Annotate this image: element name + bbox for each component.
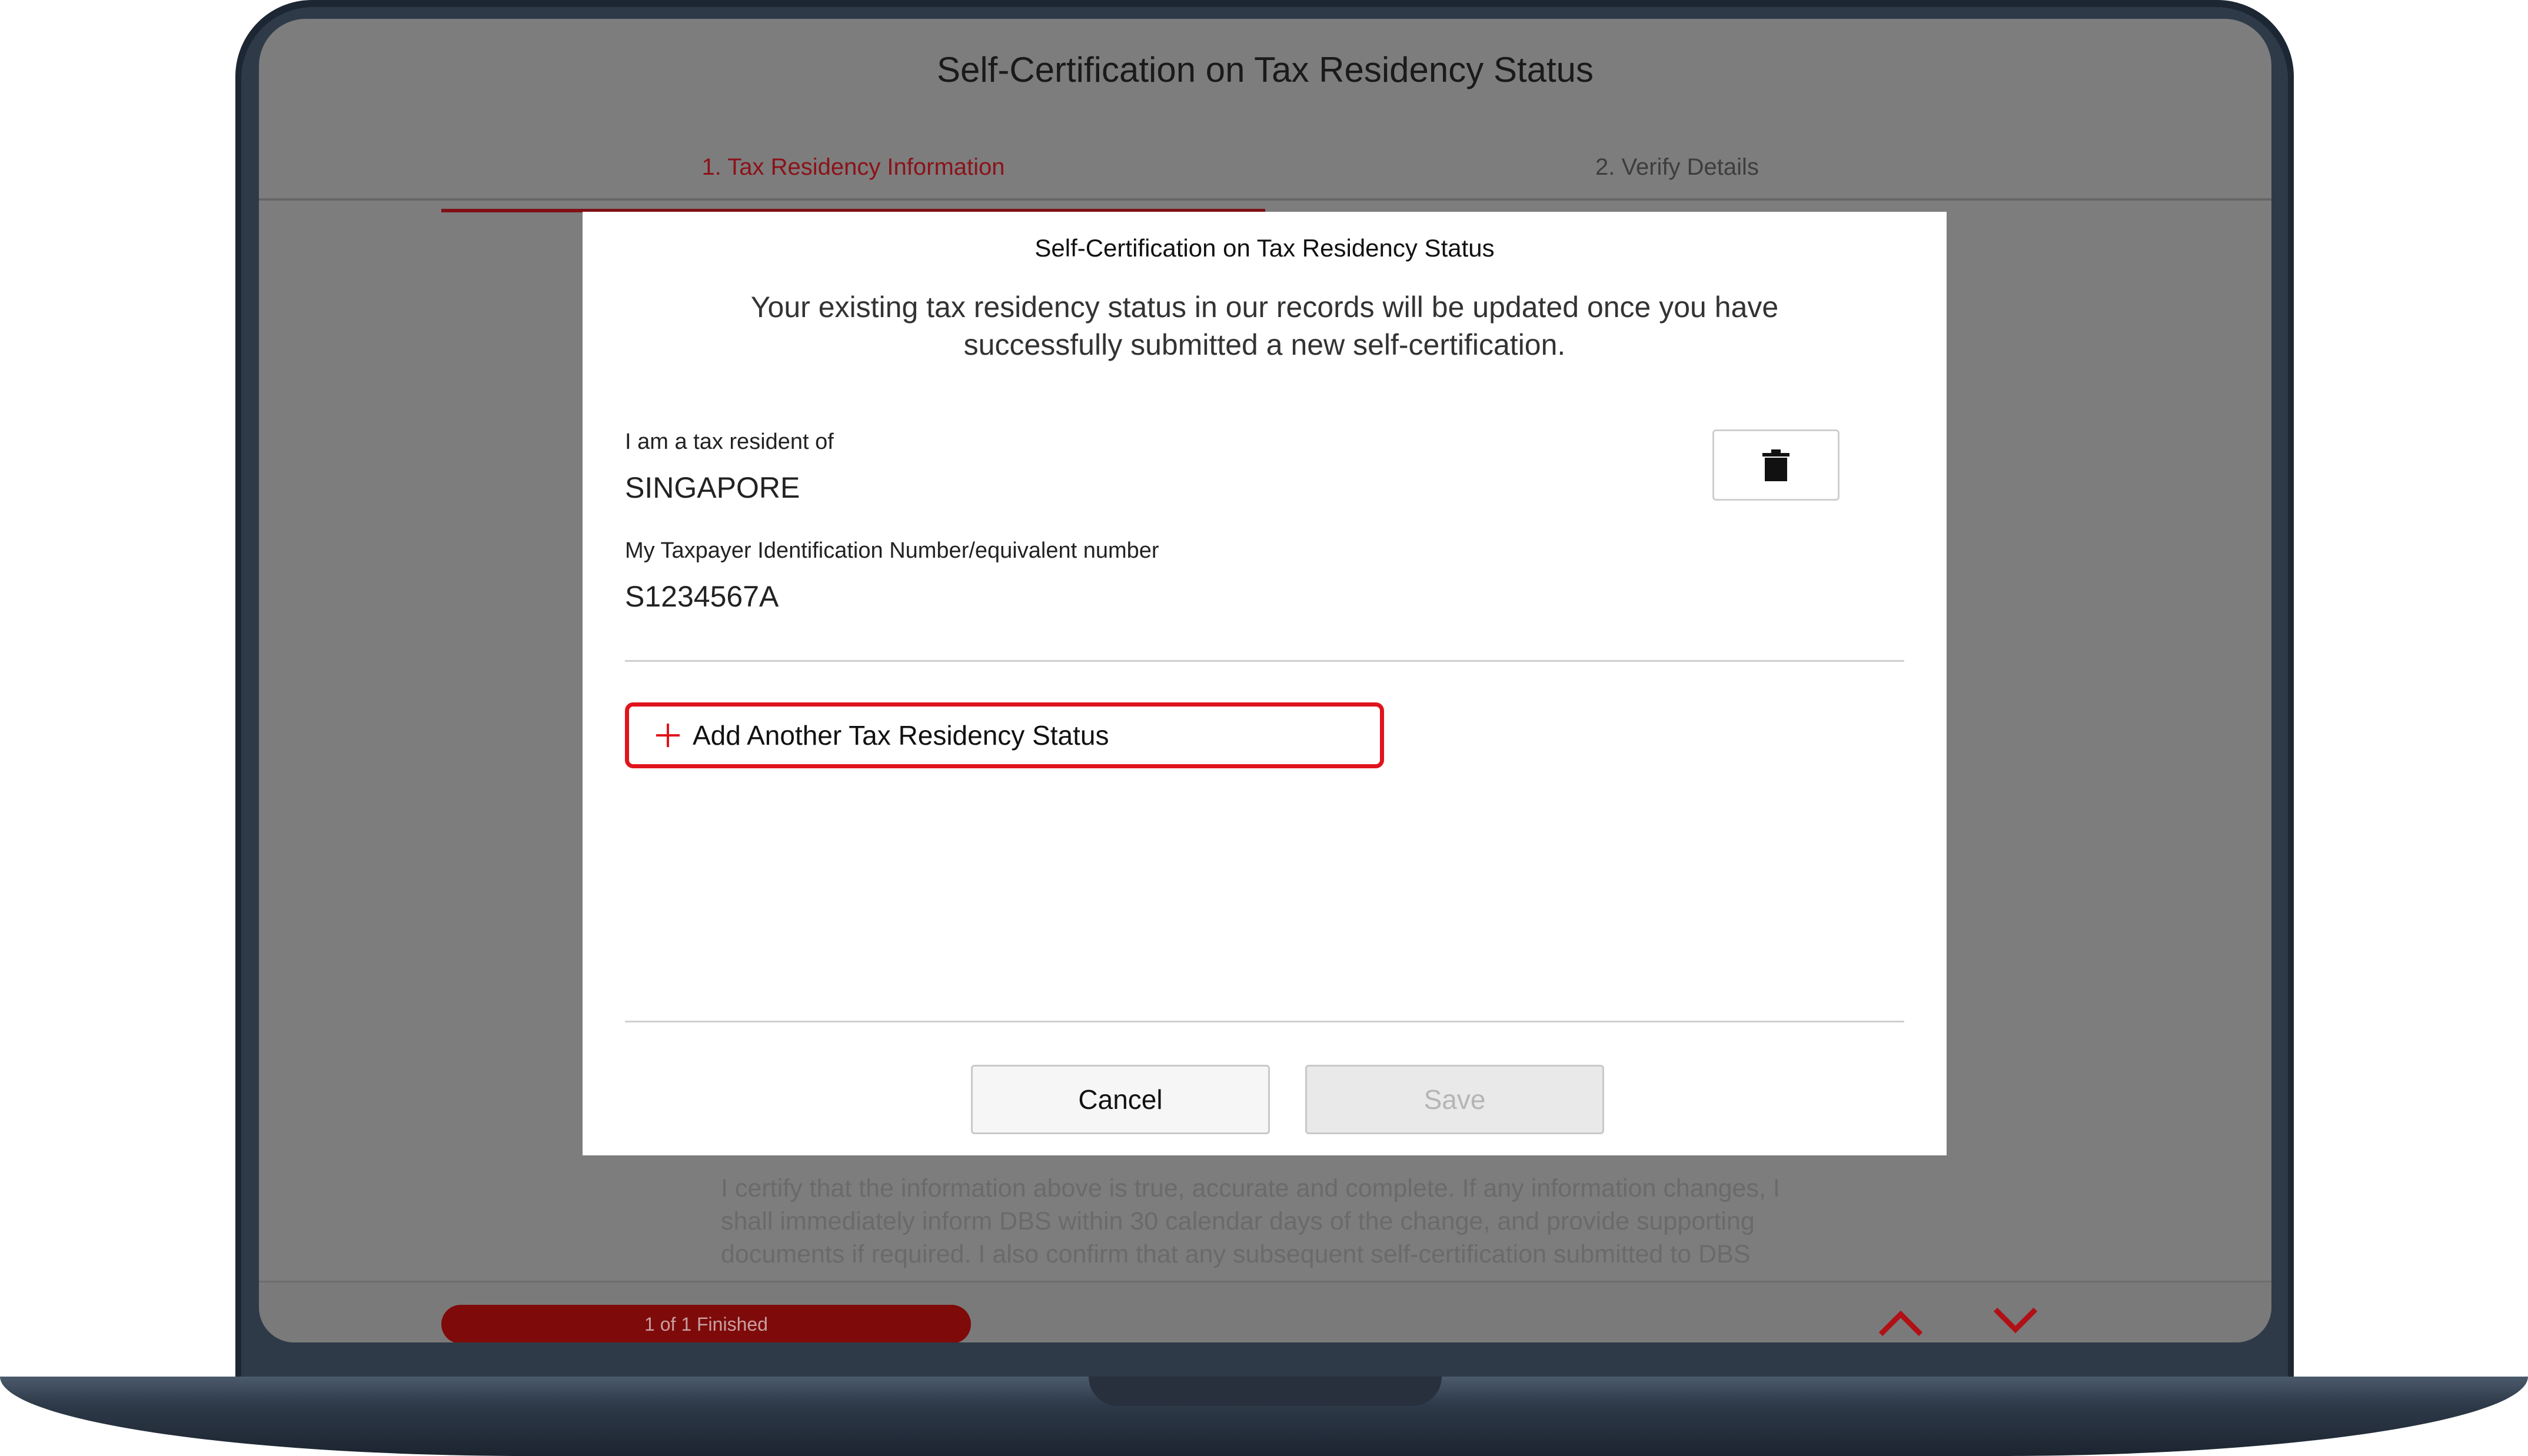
plus-icon bbox=[654, 721, 682, 749]
modal-title: Self-Certification on Tax Residency Stat… bbox=[1035, 234, 1495, 262]
tab-tax-residency-information[interactable]: 1. Tax Residency Information bbox=[441, 154, 1265, 181]
certification-text: I certify that the information above is … bbox=[721, 1174, 1780, 1268]
laptop-notch bbox=[1089, 1377, 1442, 1406]
chevron-down-icon[interactable] bbox=[1992, 1301, 2039, 1342]
screen: Self-Certification on Tax Residency Stat… bbox=[259, 19, 2271, 1342]
add-button-label: Add Another Tax Residency Status bbox=[693, 720, 1109, 751]
tin-label: My Taxpayer Identification Number/equiva… bbox=[625, 538, 1159, 563]
add-another-tax-residency-button[interactable]: Add Another Tax Residency Status bbox=[625, 702, 1384, 768]
progress-indicator: 1 of 1 Finished bbox=[441, 1305, 971, 1342]
trash-icon bbox=[1762, 449, 1789, 481]
steps-divider bbox=[259, 198, 2271, 201]
step-tabs: 1. Tax Residency Information 2. Verify D… bbox=[259, 131, 2271, 219]
tax-residency-modal: Self-Certification on Tax Residency Stat… bbox=[583, 212, 1947, 1155]
modal-notice: Your existing tax residency status in ou… bbox=[750, 291, 1779, 361]
cancel-button[interactable]: Cancel bbox=[971, 1065, 1270, 1134]
tin-value: S1234567A bbox=[625, 580, 779, 613]
page-title: Self-Certification on Tax Residency Stat… bbox=[936, 50, 1594, 89]
country-label: I am a tax resident of bbox=[625, 429, 834, 454]
section-divider bbox=[625, 660, 1904, 662]
country-value: SINGAPORE bbox=[625, 471, 800, 504]
chevron-up-icon[interactable] bbox=[1877, 1301, 1924, 1342]
delete-button[interactable] bbox=[1712, 429, 1840, 501]
footer-divider bbox=[625, 1021, 1904, 1022]
tab-verify-details[interactable]: 2. Verify Details bbox=[1265, 154, 2089, 181]
save-button[interactable]: Save bbox=[1305, 1065, 1604, 1134]
